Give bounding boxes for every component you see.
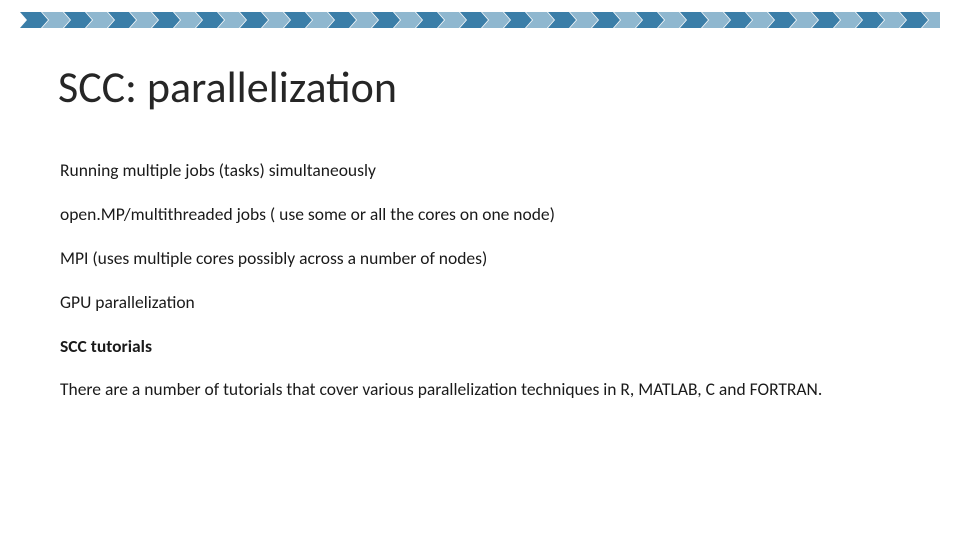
slide: SCC: parallelization Running multiple jo…	[0, 0, 960, 540]
slide-body: Running multiple jobs (tasks) simultaneo…	[60, 160, 920, 423]
body-line: open.MP/multithreaded jobs ( use some or…	[60, 204, 920, 226]
chevron-divider	[20, 12, 940, 28]
body-line: Running multiple jobs (tasks) simultaneo…	[60, 160, 920, 182]
slide-title: SCC: parallelization	[58, 60, 397, 114]
body-note: There are a number of tutorials that cov…	[60, 379, 920, 401]
subheading: SCC tutorials	[60, 336, 920, 358]
body-line: GPU parallelization	[60, 292, 920, 314]
body-line: MPI (uses multiple cores possibly across…	[60, 248, 920, 270]
chevron-icon	[20, 12, 48, 28]
